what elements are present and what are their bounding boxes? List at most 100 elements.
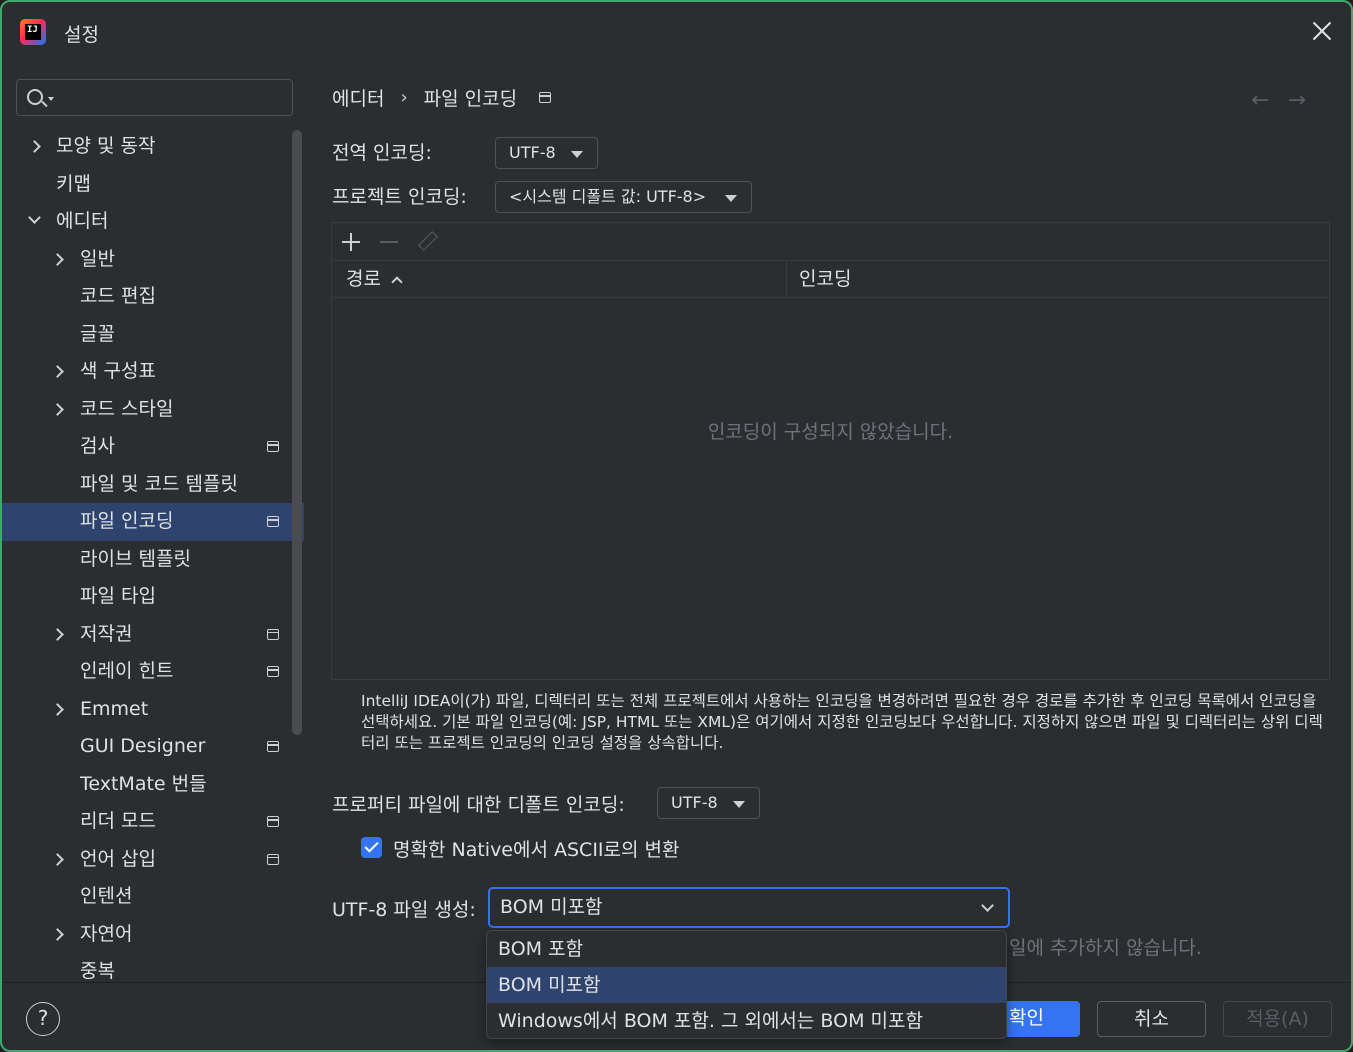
sidebar-item-label: 코드 편집 [80, 285, 156, 307]
breadcrumb-parent[interactable]: 에디터 [332, 84, 384, 111]
sidebar-item-label: 자연어 [80, 922, 133, 945]
native-to-ascii-label[interactable]: 명확한 Native에서 ASCII로의 변환 [393, 835, 680, 862]
encoding-description: IntelliJ IDEA이(가) 파일, 디렉터리 또는 전체 프로젝트에서 … [361, 692, 1323, 752]
sidebar-item[interactable]: 라이브 템플릿 [2, 541, 304, 579]
sidebar-item[interactable]: 일반 [2, 241, 304, 279]
chevron-right-icon[interactable] [51, 252, 64, 266]
sidebar-item[interactable]: 파일 타입 [2, 578, 304, 616]
sidebar-item-label: 파일 및 코드 템플릿 [80, 472, 238, 495]
sidebar-item-label: TextMate 번들 [80, 772, 207, 795]
sidebar-item-label: 글꼴 [80, 322, 115, 345]
sidebar-item[interactable]: 인레이 힌트 [2, 653, 304, 691]
global-encoding-select[interactable]: UTF-8 [495, 137, 598, 169]
sidebar-item[interactable]: 자연어 [2, 916, 304, 954]
sidebar-item-label: Emmet [80, 697, 149, 720]
forward-arrow-icon[interactable]: → [1288, 88, 1306, 113]
project-scope-icon [539, 92, 552, 103]
sidebar-item[interactable]: 검사 [2, 428, 304, 466]
chevron-right-icon[interactable] [51, 402, 64, 416]
project-scope-icon [267, 816, 279, 827]
sidebar-item[interactable]: TextMate 번들 [2, 766, 304, 804]
navigation-arrows: ← → [1251, 88, 1306, 113]
table-header: 경로 인코딩 [332, 261, 1329, 298]
sidebar-item-label: 라이브 템플릿 [80, 547, 191, 570]
sidebar-item-label: 언어 삽입 [80, 847, 156, 870]
close-icon[interactable] [1309, 18, 1335, 44]
bom-option-windows-only[interactable]: Windows에서 BOM 포함. 그 외에서는 BOM 미포함 [487, 1003, 1006, 1038]
sidebar-item[interactable]: 저작권 [2, 616, 304, 654]
column-header-path-label: 경로 [346, 268, 381, 290]
chevron-right-icon[interactable] [51, 927, 64, 941]
chevron-right-icon[interactable] [51, 852, 64, 866]
sort-ascending-icon [391, 276, 403, 288]
chevron-right-icon[interactable] [51, 702, 64, 716]
chevron-down-icon [981, 899, 994, 912]
breadcrumb-current: 파일 인코딩 [423, 88, 518, 110]
sidebar-item[interactable]: GUI Designer [2, 728, 304, 766]
sidebar-item-label: 코드 스타일 [80, 397, 174, 420]
dropdown-triangle-icon [733, 801, 745, 808]
sidebar-item[interactable]: 인텐션 [2, 878, 304, 916]
bom-option-with-bom[interactable]: BOM 포함 [487, 931, 1006, 967]
properties-encoding-select[interactable]: UTF-8 [657, 787, 760, 819]
sidebar-item-label: 일반 [80, 247, 115, 270]
sidebar-item-label: 에디터 [56, 210, 109, 232]
back-arrow-icon[interactable]: ← [1251, 88, 1269, 113]
sidebar-item[interactable]: 리더 모드 [2, 803, 304, 841]
sidebar-item-label: 검사 [80, 435, 115, 457]
project-encoding-select[interactable]: <시스템 디폴트 값: UTF-8> [495, 181, 752, 213]
edit-icon[interactable] [418, 231, 438, 251]
sidebar-item-label: 파일 인코딩 [80, 510, 174, 532]
project-encoding-label: 프로젝트 인코딩: [332, 186, 467, 208]
sidebar-item-label: 키맵 [56, 172, 91, 195]
sidebar-item[interactable]: 코드 편집 [2, 278, 304, 316]
sidebar-item-label: 인텐션 [80, 885, 133, 907]
ok-button[interactable]: 확인 [1007, 1001, 1080, 1037]
bom-option-without-bom[interactable]: BOM 미포함 [487, 967, 1006, 1003]
utf8-bom-label: UTF-8 파일 생성: [332, 899, 476, 921]
sidebar-item[interactable]: 모양 및 동작 [2, 128, 304, 166]
sidebar-item[interactable]: Emmet [2, 691, 304, 729]
add-icon[interactable] [342, 233, 360, 251]
intellij-logo-icon: IJ [20, 19, 46, 45]
project-scope-icon [267, 666, 279, 677]
settings-search-input[interactable] [16, 79, 293, 116]
project-scope-icon [267, 853, 279, 865]
column-header-path[interactable]: 경로 [346, 261, 403, 298]
bom-hint-text: 일에 추가하지 않습니다. [1009, 937, 1202, 959]
global-encoding-label: 전역 인코딩: [332, 142, 432, 164]
native-to-ascii-checkbox[interactable] [361, 837, 382, 858]
table-toolbar [332, 223, 1329, 261]
sidebar-item-label: 색 구성표 [80, 360, 156, 382]
sidebar-item-label: GUI Designer [80, 735, 206, 757]
column-divider[interactable] [786, 261, 787, 298]
properties-encoding-label: 프로퍼티 파일에 대한 디폴트 인코딩: [332, 794, 625, 816]
breadcrumb: 에디터 › 파일 인코딩 [332, 84, 552, 111]
chevron-down-icon[interactable] [28, 211, 41, 224]
sidebar-item[interactable]: 파일 및 코드 템플릿 [2, 466, 304, 504]
sidebar-item[interactable]: 파일 인코딩 [2, 503, 304, 541]
search-history-caret-icon[interactable] [48, 97, 54, 101]
column-header-encoding[interactable]: 인코딩 [799, 261, 851, 298]
chevron-right-icon[interactable] [51, 627, 64, 641]
dialog-title: 설정 [64, 24, 99, 46]
remove-icon[interactable] [380, 241, 398, 243]
sidebar-item[interactable]: 글꼴 [2, 316, 304, 354]
chevron-right-icon[interactable] [51, 365, 64, 378]
apply-button[interactable]: 적용(A) [1223, 1001, 1332, 1037]
utf8-bom-select[interactable]: BOM 미포함 [488, 887, 1010, 928]
sidebar-item[interactable]: 에디터 [2, 203, 304, 241]
settings-dialog: IJ 설정 모양 및 동작 키맵 에디터 일반 코드 편집 글꼴 색 구성표 코드 스타일 검사… [0, 0, 1353, 1052]
settings-tree: 모양 및 동작키맵에디터일반코드 편집글꼴색 구성표코드 스타일검사파일 및 코… [2, 128, 304, 988]
sidebar-scrollbar[interactable] [292, 130, 302, 735]
project-scope-icon [267, 628, 279, 640]
sidebar-item-label: 저작권 [80, 622, 133, 645]
sidebar-item[interactable]: 색 구성표 [2, 353, 304, 391]
sidebar-item[interactable]: 언어 삽입 [2, 841, 304, 879]
chevron-right-icon[interactable] [28, 140, 41, 153]
help-button[interactable]: ? [26, 1002, 60, 1036]
sidebar-item[interactable]: 코드 스타일 [2, 391, 304, 429]
table-empty-text: 인코딩이 구성되지 않았습니다. [707, 421, 954, 443]
cancel-button[interactable]: 취소 [1097, 1001, 1206, 1037]
sidebar-item[interactable]: 키맵 [2, 166, 304, 204]
